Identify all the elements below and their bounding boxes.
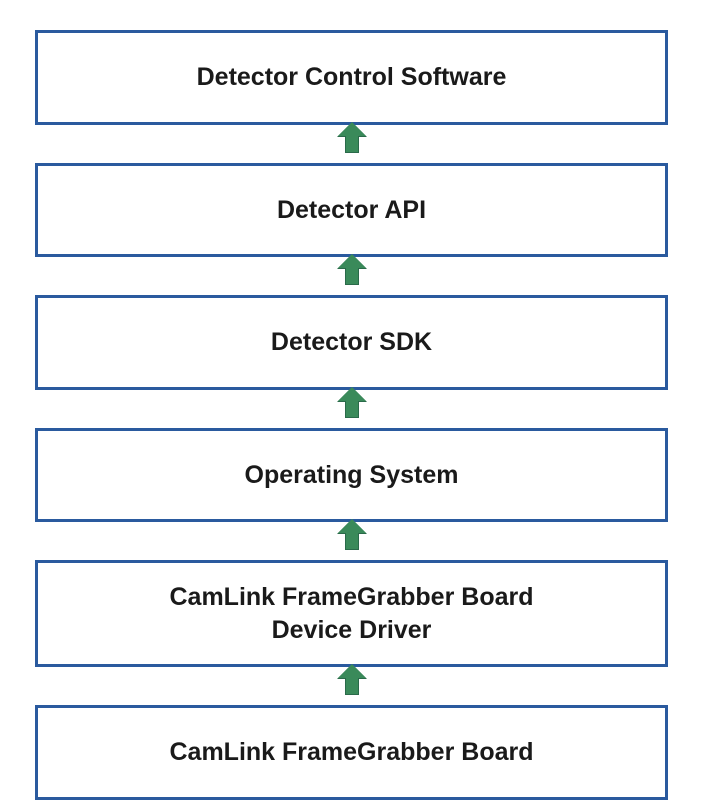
layer-label-line1: CamLink FrameGrabber Board [170,581,534,614]
arrow-up-icon [345,127,359,161]
layer-stack-diagram: Detector Control Software Detector API D… [35,30,668,800]
layer-operating-system: Operating System [35,428,668,523]
arrow-up-icon [345,669,359,703]
layer-label: Operating System [245,459,459,492]
layer-camlink-framegrabber-board: CamLink FrameGrabber Board [35,705,668,800]
layer-label-line2: Device Driver [272,614,432,647]
layer-detector-control-software: Detector Control Software [35,30,668,125]
arrow-up-icon [345,259,359,293]
arrow-up-icon [345,392,359,426]
layer-detector-api: Detector API [35,163,668,258]
layer-label: CamLink FrameGrabber Board [170,736,534,769]
layer-label: Detector Control Software [197,61,507,94]
layer-camlink-device-driver: CamLink FrameGrabber Board Device Driver [35,560,668,667]
layer-label: Detector SDK [271,326,432,359]
layer-label: Detector API [277,194,426,227]
layer-detector-sdk: Detector SDK [35,295,668,390]
arrow-up-icon [345,524,359,558]
